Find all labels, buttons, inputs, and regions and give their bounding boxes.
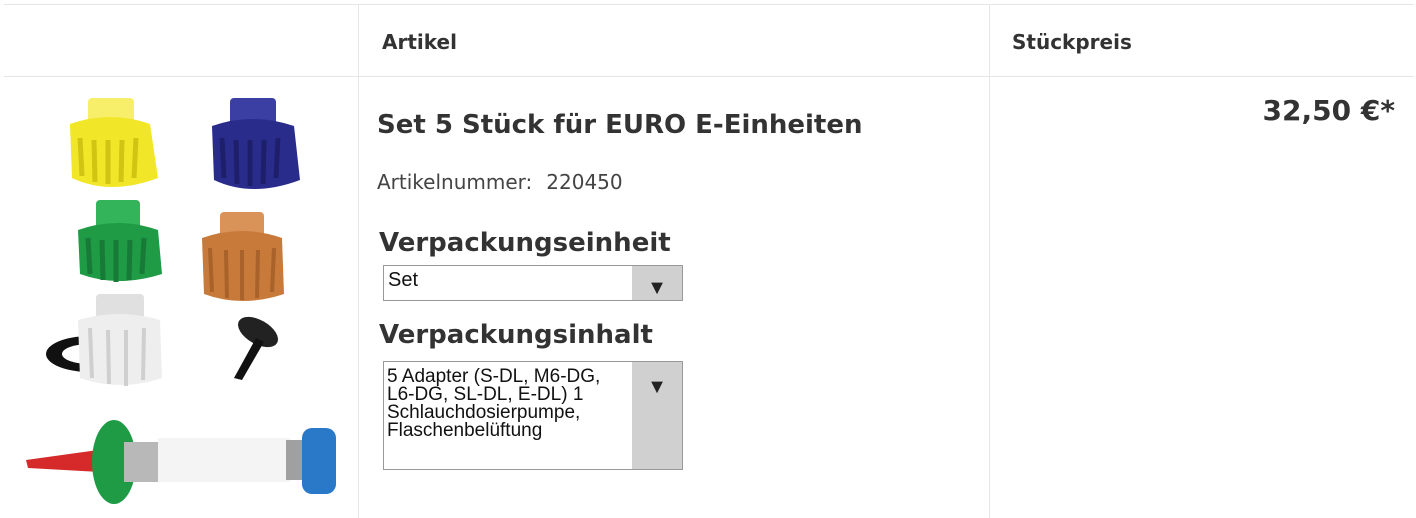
packaging-unit-label: Verpackungseinheit bbox=[379, 228, 671, 258]
header-divider bbox=[4, 76, 1414, 77]
column-header-unit-price: Stückpreis bbox=[1012, 30, 1132, 54]
copper-adapter-icon bbox=[202, 212, 284, 301]
bottle-vent-icon bbox=[234, 316, 278, 380]
article-number-value: 220450 bbox=[546, 170, 623, 194]
green-adapter-icon bbox=[78, 200, 162, 282]
product-name[interactable]: Set 5 Stück für EURO E-Einheiten bbox=[377, 110, 863, 140]
chevron-down-icon[interactable]: ▼ bbox=[632, 266, 682, 300]
hose-pump-icon bbox=[26, 420, 336, 504]
blue-adapter-icon bbox=[212, 98, 300, 189]
packaging-unit-select[interactable]: Set ▼ bbox=[383, 265, 683, 301]
column-divider bbox=[358, 5, 359, 518]
packaging-content-value: 5 Adapter (S-DL, M6-DG, L6-DG, SL-DL, E-… bbox=[387, 368, 601, 441]
packaging-content-label: Verpackungsinhalt bbox=[379, 320, 653, 350]
yellow-adapter-icon bbox=[70, 98, 158, 187]
chevron-down-icon[interactable]: ▼ bbox=[632, 362, 682, 469]
column-divider bbox=[989, 5, 990, 518]
article-number: Artikelnummer: 220450 bbox=[377, 170, 623, 194]
product-image bbox=[26, 98, 336, 504]
white-adapter-icon bbox=[46, 294, 162, 386]
article-number-label: Artikelnummer: bbox=[377, 170, 533, 194]
unit-price: 32,50 €* bbox=[1262, 94, 1395, 127]
column-header-article: Artikel bbox=[382, 30, 457, 54]
packaging-unit-value: Set bbox=[388, 269, 419, 291]
packaging-content-select[interactable]: 5 Adapter (S-DL, M6-DG, L6-DG, SL-DL, E-… bbox=[383, 361, 683, 470]
